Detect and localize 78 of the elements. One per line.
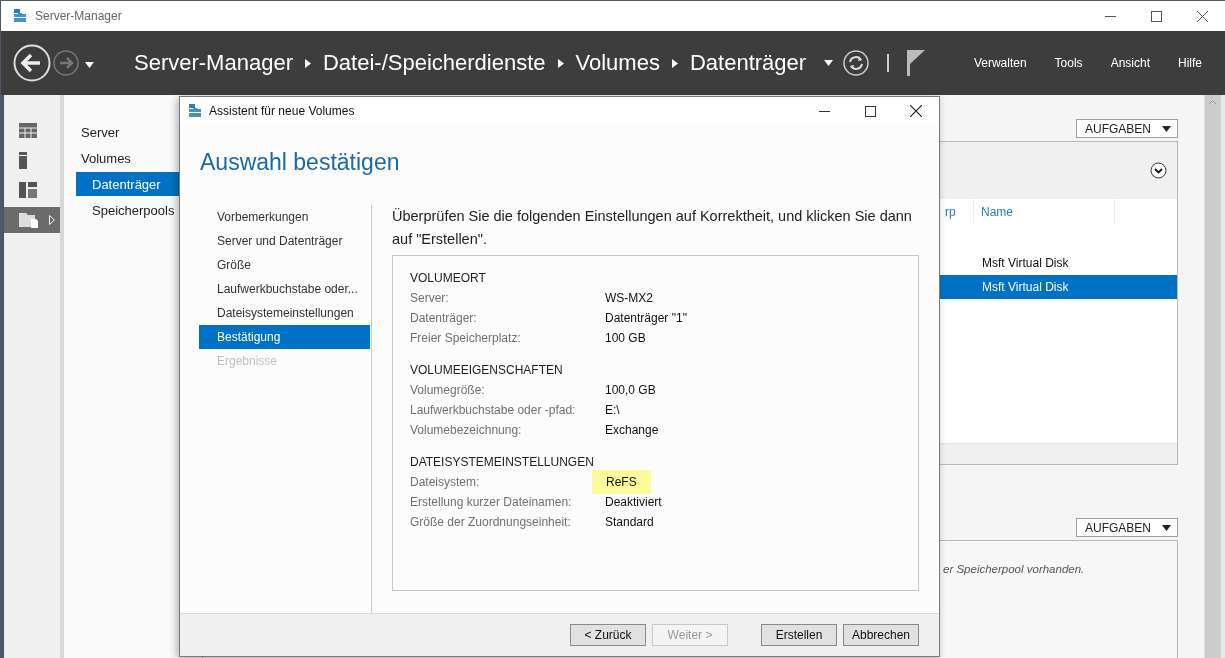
- folder-file-icon[interactable]: [19, 212, 39, 228]
- maximize-button[interactable]: [864, 105, 876, 117]
- minimize-button[interactable]: [818, 110, 830, 112]
- menu-item[interactable]: Hilfe: [1169, 56, 1211, 70]
- forward-button[interactable]: [53, 50, 79, 76]
- menu-item[interactable]: Tools: [1045, 56, 1092, 70]
- section-heading: VOLUMEEIGENSCHAFTEN: [410, 362, 564, 379]
- setting-value: Deaktiviert: [604, 495, 662, 509]
- setting-label: Erstellung kurzer Dateinamen:: [410, 495, 573, 509]
- setting-label: Server:: [410, 291, 450, 305]
- app-icon: [13, 9, 27, 23]
- window-title: Server-Manager: [35, 9, 122, 23]
- breadcrumb-separator-icon: [304, 58, 311, 68]
- refresh-icon[interactable]: [842, 50, 869, 76]
- dropdown-caret-icon[interactable]: [823, 60, 833, 66]
- caret-icon[interactable]: [1162, 125, 1171, 132]
- menu-item[interactable]: Verwalten: [964, 56, 1036, 70]
- dialog-title: Assistent für neue Volumes: [209, 104, 355, 118]
- wizard-step[interactable]: Vorbemerkungen: [199, 205, 370, 229]
- setting-value: WS-MX2: [604, 291, 653, 305]
- breadcrumb-separator-icon: [671, 58, 678, 68]
- wizard-step[interactable]: Laufwerkbuchstabe oder...: [199, 277, 370, 301]
- tasks-button[interactable]: AUFGABEN: [1076, 119, 1178, 138]
- scrollbar[interactable]: [1204, 95, 1221, 658]
- setting-label: Laufwerkbuchstabe oder -pfad:: [410, 403, 577, 417]
- wizard-step[interactable]: Größe: [199, 253, 370, 277]
- rail-item[interactable]: [4, 207, 60, 233]
- wizard-step[interactable]: Dateisystemeinstellungen: [199, 301, 370, 325]
- collapse-toggle-icon[interactable]: [1150, 162, 1167, 179]
- breadcrumb-item[interactable]: Server-Manager: [134, 50, 293, 76]
- setting-label: Volumebezeichnung:: [410, 423, 523, 437]
- breadcrumb-item[interactable]: Datenträger: [689, 50, 807, 76]
- setting-label: Freier Speicherplatz:: [410, 331, 522, 345]
- history-caret-icon[interactable]: [85, 62, 94, 68]
- close-button[interactable]: [910, 105, 922, 117]
- setting-value: E:\: [604, 403, 620, 417]
- wizard-step[interactable]: Bestätigung: [199, 325, 370, 349]
- back-button[interactable]: [13, 44, 51, 82]
- setting-label: Volumegröße:: [410, 383, 486, 397]
- section-heading: DATEISYSTEMEINSTELLUNGEN: [410, 454, 595, 471]
- close-button[interactable]: [1196, 10, 1208, 22]
- empty-message: er Speicherpool vorhanden.: [943, 563, 1085, 575]
- menu-item[interactable]: Ansicht: [1101, 56, 1159, 70]
- caret-icon[interactable]: [1162, 524, 1171, 531]
- nav-item[interactable]: Speicherpools: [76, 198, 182, 222]
- setting-value: 100,0 GB: [604, 383, 656, 397]
- section-heading: VOLUMEORT: [410, 270, 487, 287]
- wizard-step[interactable]: Server und Datenträger: [199, 229, 370, 253]
- roles-icon[interactable]: [19, 182, 37, 198]
- tasks-button[interactable]: AUFGABEN: [1076, 518, 1178, 537]
- setting-value: ReFS: [592, 470, 651, 494]
- instruction-text: Überprüfen Sie die folgenden Einstellungen auf Korrektheit, und klicken Sie dann auf "Erstellen".: [392, 207, 913, 249]
- dialog-button[interactable]: < Zurück: [570, 624, 646, 646]
- breadcrumb-item[interactable]: Volumes: [575, 50, 660, 76]
- breadcrumb-separator-icon: [557, 58, 564, 68]
- dashboard-icon[interactable]: [19, 122, 37, 138]
- setting-value: Standard: [604, 515, 654, 529]
- setting-label: Größe der Zuordnungseinheit:: [410, 515, 572, 529]
- setting-value: 100 GB: [604, 331, 646, 345]
- setting-label: Datenträger:: [410, 311, 478, 325]
- dialog-button[interactable]: Abbrechen: [843, 624, 919, 646]
- setting-label: Dateisystem:: [410, 475, 481, 489]
- breadcrumb-item[interactable]: Datei-/Speicherdienste: [322, 50, 546, 76]
- setting-value: Exchange: [604, 423, 659, 437]
- dialog-button[interactable]: Erstellen: [761, 624, 837, 646]
- minimize-button[interactable]: [1104, 15, 1116, 17]
- page-heading: Auswahl bestätigen: [199, 148, 401, 177]
- maximize-button[interactable]: [1150, 10, 1162, 22]
- setting-value: Datenträger "1": [604, 311, 687, 325]
- nav-item[interactable]: Server: [64, 120, 182, 144]
- nav-item[interactable]: Volumes: [64, 146, 182, 170]
- nav-item[interactable]: Datenträger: [76, 172, 182, 196]
- flag-icon[interactable]: [906, 50, 925, 76]
- wizard-icon: [188, 104, 202, 118]
- column-header[interactable]: rp: [945, 205, 973, 219]
- expand-arrow-icon[interactable]: [49, 215, 55, 225]
- column-header[interactable]: Name: [973, 199, 1114, 225]
- server-icon[interactable]: [19, 151, 27, 169]
